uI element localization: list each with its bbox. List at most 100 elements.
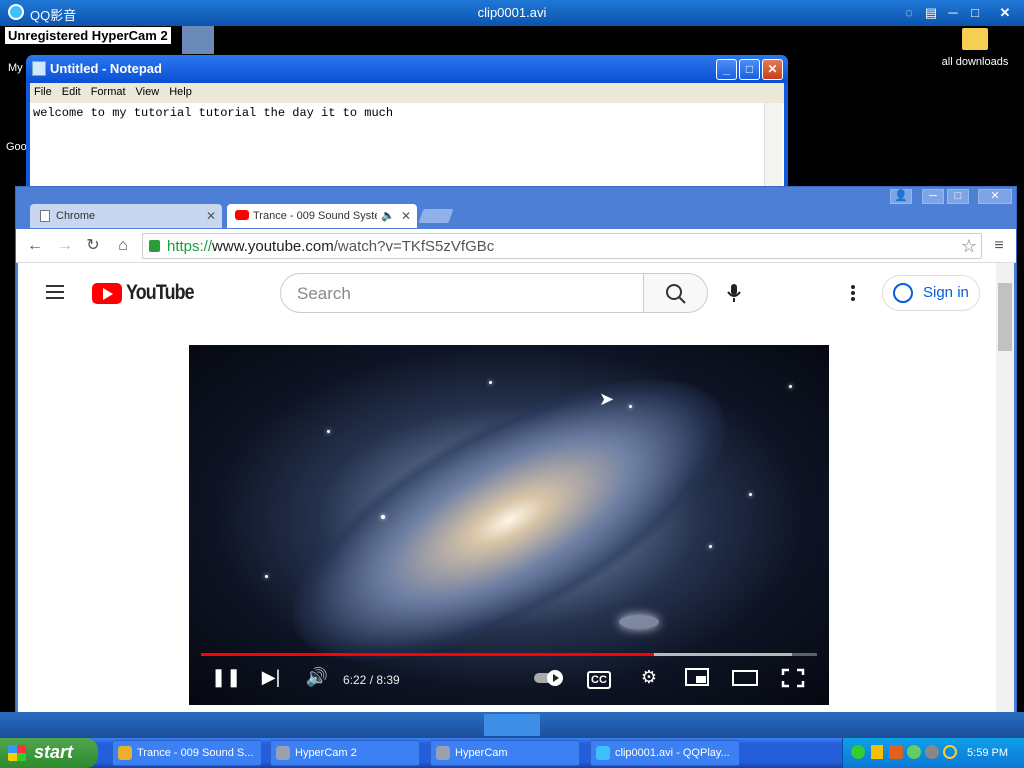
- search-icon: [666, 284, 686, 304]
- microphone-icon[interactable]: [726, 279, 742, 307]
- tab-close-icon[interactable]: ✕: [401, 209, 411, 223]
- home-icon[interactable]: ⌂: [114, 237, 132, 255]
- hypercam-icon: [276, 746, 290, 760]
- qqplayer-icon: [596, 746, 610, 760]
- taskbar-task[interactable]: HyperCam 2: [270, 740, 420, 766]
- video-progress-bar[interactable]: [201, 653, 817, 656]
- chrome-window[interactable]: Chrome ✕ Trance - 009 Sound Syste 🔈 ✕ 👤 …: [15, 186, 1017, 718]
- notepad-title-bar[interactable]: Untitled - Notepad _ □ ✕: [26, 55, 788, 83]
- search-input[interactable]: Search: [280, 273, 644, 313]
- tray-network-icon[interactable]: [907, 745, 921, 759]
- menu-help[interactable]: Help: [165, 83, 198, 98]
- audio-playing-icon[interactable]: 🔈: [381, 209, 395, 222]
- tray-app-icon[interactable]: [889, 745, 903, 759]
- maximize-icon[interactable]: □: [947, 189, 969, 204]
- taskbar-task[interactable]: HyperCam: [430, 740, 580, 766]
- hypercam-watermark: Unregistered HyperCam 2: [4, 26, 172, 45]
- next-icon[interactable]: ▶|: [257, 667, 285, 693]
- minimize-icon[interactable]: ─: [942, 3, 964, 23]
- sign-in-button[interactable]: Sign in: [882, 275, 980, 311]
- start-label: start: [34, 742, 74, 762]
- search-button[interactable]: [644, 273, 708, 313]
- pause-icon[interactable]: ❚❚: [211, 667, 241, 693]
- notepad-scrollbar[interactable]: [764, 103, 782, 195]
- video-time-display: 6:22 / 8:39: [343, 673, 400, 687]
- desktop-icon-label-partial: My: [8, 62, 23, 74]
- lock-icon: [149, 240, 160, 252]
- tab-strip: Chrome ✕ Trance - 009 Sound Syste 🔈 ✕ 👤 …: [16, 187, 1016, 229]
- notepad-window[interactable]: Untitled - Notepad _ □ ✕ File Edit Format V…: [26, 55, 788, 195]
- video-player[interactable]: ➤ ❚❚ ▶| 🔊 6:22 / 8:39 CC ⚙: [189, 323, 829, 717]
- hamburger-menu-icon[interactable]: [18, 263, 78, 323]
- youtube-logo-icon[interactable]: [92, 283, 122, 304]
- volume-icon[interactable]: 🔊: [303, 667, 331, 693]
- taskbar-task-label: clip0001.avi - QQPlay...: [615, 747, 730, 759]
- desktop-icon-all-downloads[interactable]: all downloads: [940, 28, 1010, 68]
- start-button[interactable]: start: [0, 738, 98, 768]
- taskbar-task-label: HyperCam 2: [295, 747, 357, 759]
- close-icon[interactable]: ✕: [994, 3, 1016, 23]
- system-tray: 5:59 PM: [842, 738, 1024, 768]
- clock: 5:59 PM: [967, 747, 1008, 759]
- forward-icon[interactable]: →: [56, 237, 74, 255]
- menu-view[interactable]: View: [132, 83, 166, 98]
- video-star: [381, 515, 385, 519]
- profile-icon[interactable]: 👤: [890, 189, 912, 204]
- qqplayer-title-bar[interactable]: QQ影音 clip0001.avi ◌ ▤ ─ □ ✕: [0, 0, 1024, 26]
- tray-volume-icon[interactable]: [925, 745, 939, 759]
- reload-icon[interactable]: ↻: [84, 237, 102, 255]
- menu-format[interactable]: Format: [87, 83, 132, 98]
- account-icon: [893, 283, 913, 303]
- notepad-text-area[interactable]: welcome to my tutorial tutorial the day …: [30, 103, 784, 195]
- maximize-icon[interactable]: □: [964, 3, 986, 23]
- theater-mode-icon[interactable]: [731, 667, 759, 693]
- minimize-icon[interactable]: ─: [922, 189, 944, 204]
- maximize-button[interactable]: □: [739, 59, 760, 80]
- notepad-title: Untitled - Notepad: [50, 61, 162, 76]
- chrome-icon: [118, 746, 132, 760]
- fullscreen-icon[interactable]: [779, 667, 807, 693]
- menu-edit[interactable]: Edit: [58, 83, 87, 98]
- bookmark-star-icon[interactable]: ☆: [961, 236, 977, 257]
- back-icon[interactable]: ←: [26, 237, 44, 255]
- youtube-logo-text[interactable]: YouTube: [126, 281, 195, 305]
- close-icon[interactable]: ✕: [978, 189, 1012, 204]
- youtube-page: YouTube Search Sign in ➤ ❚❚ ▶| 🔊 6:22 / …: [18, 263, 998, 717]
- chat-icon[interactable]: ◌: [898, 3, 920, 23]
- chrome-toolbar: ← → ↻ ⌂ https://www.youtube.com/watch?v=…: [16, 229, 1016, 263]
- tray-search-icon[interactable]: [943, 745, 957, 759]
- desktop-shortcut-icon[interactable]: [182, 26, 214, 54]
- qqplayer-play-button[interactable]: [484, 714, 540, 736]
- chrome-menu-icon[interactable]: ≡: [990, 237, 1008, 255]
- settings-icon[interactable]: ▤: [920, 3, 942, 23]
- address-bar[interactable]: https://www.youtube.com/watch?v=TKfS5zVf…: [142, 233, 982, 259]
- captions-icon[interactable]: CC: [587, 671, 611, 689]
- tab-youtube[interactable]: Trance - 009 Sound Syste 🔈 ✕: [227, 204, 417, 228]
- new-tab-button[interactable]: [418, 209, 454, 223]
- video-star: [789, 385, 792, 388]
- video-satellite-galaxy: [619, 615, 659, 629]
- qqplayer-file-title: clip0001.avi: [477, 5, 547, 20]
- video-star: [629, 405, 632, 408]
- menu-file[interactable]: File: [30, 83, 58, 98]
- taskbar-task[interactable]: Trance - 009 Sound S...: [112, 740, 262, 766]
- tray-utorrent-icon[interactable]: [851, 745, 865, 759]
- tab-chrome[interactable]: Chrome ✕: [30, 204, 222, 228]
- tray-shield-icon[interactable]: [871, 745, 883, 759]
- page-scrollbar[interactable]: [996, 263, 1014, 715]
- miniplayer-icon[interactable]: [683, 667, 711, 693]
- tab-close-icon[interactable]: ✕: [206, 209, 216, 223]
- taskbar-task[interactable]: clip0001.avi - QQPlay...: [590, 740, 740, 766]
- minimize-button[interactable]: _: [716, 59, 737, 80]
- desktop-icon-label: all downloads: [941, 56, 1009, 68]
- video-star: [489, 381, 492, 384]
- tab-label: Trance - 009 Sound Syste: [253, 210, 377, 222]
- qqplayer-control-bar[interactable]: [0, 712, 1024, 738]
- scrollbar-thumb[interactable]: [998, 283, 1012, 351]
- notepad-menu-bar: File Edit Format View Help: [30, 83, 784, 103]
- more-options-icon[interactable]: [850, 283, 856, 303]
- folder-icon: [962, 28, 988, 50]
- autoplay-toggle-icon[interactable]: [533, 667, 567, 693]
- settings-icon[interactable]: ⚙: [635, 667, 663, 693]
- close-button[interactable]: ✕: [762, 59, 783, 80]
